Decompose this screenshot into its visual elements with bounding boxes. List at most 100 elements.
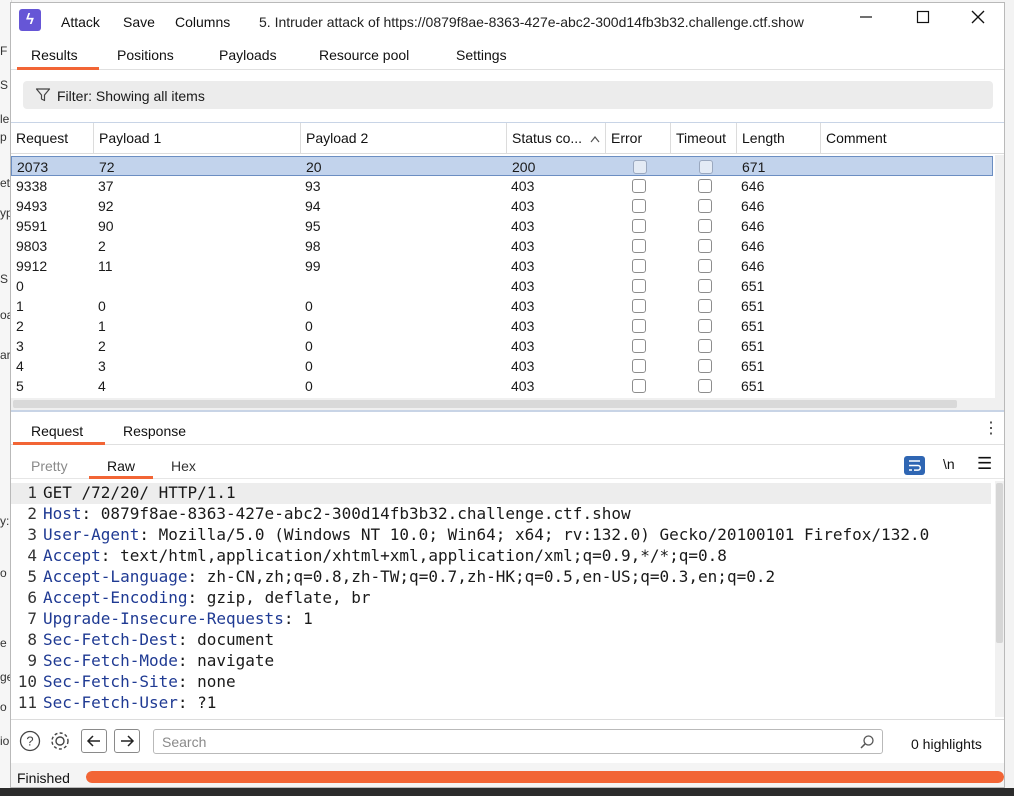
- word-wrap-toggle[interactable]: [904, 456, 925, 475]
- filter-bar[interactable]: Filter: Showing all items: [23, 81, 993, 109]
- cell-payload-1: 1: [98, 318, 106, 334]
- active-tab-indicator: [17, 67, 99, 70]
- editor-scroll-thumb[interactable]: [996, 483, 1003, 643]
- tab-response[interactable]: Response: [123, 423, 186, 439]
- cell-payload-1: 90: [98, 218, 114, 234]
- column-request[interactable]: Request: [11, 123, 94, 154]
- table-row[interactable]: 0 403 651: [11, 276, 993, 296]
- table-row[interactable]: 9803 2 98 403 646: [11, 236, 993, 256]
- cell-length: 651: [741, 318, 765, 334]
- more-options-icon[interactable]: ⋮: [983, 421, 999, 437]
- minimize-icon: [860, 16, 872, 18]
- menu-attack[interactable]: Attack: [61, 14, 100, 30]
- help-icon[interactable]: ?: [19, 730, 41, 752]
- sort-ascending-icon: [590, 136, 600, 143]
- error-checkbox: [632, 299, 646, 313]
- cell-request: 9493: [16, 198, 48, 214]
- tab-raw[interactable]: Raw: [107, 458, 135, 474]
- table-row[interactable]: 9591 90 95 403 646: [11, 216, 993, 236]
- table-row[interactable]: 5 4 0 403 651: [11, 376, 993, 396]
- column-timeout[interactable]: Timeout: [671, 123, 737, 154]
- column-status-code[interactable]: Status co...: [507, 123, 606, 154]
- cell-payload-1: 2: [98, 238, 106, 254]
- split-divider[interactable]: [11, 410, 1004, 412]
- table-row[interactable]: 1 0 0 403 651: [11, 296, 993, 316]
- table-row[interactable]: 3 2 0 403 651: [11, 336, 993, 356]
- attack-tabs: Results Positions Payloads Resource pool…: [11, 37, 1004, 70]
- error-checkbox: [632, 319, 646, 333]
- tab-results[interactable]: Results: [31, 47, 78, 63]
- cell-payload-2: 20: [306, 159, 322, 175]
- tab-request[interactable]: Request: [31, 423, 83, 439]
- line-number: 2: [27, 504, 37, 523]
- header-name: Sec-Fetch-Mode: [43, 651, 178, 670]
- attack-status: Finished: [17, 770, 70, 786]
- line-number: 4: [27, 546, 37, 565]
- previous-match-button[interactable]: [81, 729, 107, 753]
- search-bar: ? 0 highlights: [11, 719, 1004, 761]
- line-number: 3: [27, 525, 37, 544]
- settings-gear-icon[interactable]: [49, 730, 71, 752]
- timeout-checkbox: [698, 179, 712, 193]
- error-checkbox: [632, 239, 646, 253]
- menu-save[interactable]: Save: [123, 14, 155, 30]
- column-payload-1[interactable]: Payload 1: [94, 123, 301, 154]
- column-payload-2[interactable]: Payload 2: [301, 123, 507, 154]
- maximize-button[interactable]: [903, 7, 943, 33]
- timeout-checkbox: [698, 199, 712, 213]
- editor-line: 4 Accept: text/html,application/xhtml+xml…: [11, 546, 991, 567]
- next-match-button[interactable]: [114, 729, 140, 753]
- tab-positions[interactable]: Positions: [117, 47, 174, 63]
- cell-payload-1: 2: [98, 338, 106, 354]
- column-status-code-label: Status co...: [512, 130, 583, 146]
- show-newlines-toggle[interactable]: \n: [943, 456, 955, 472]
- tab-pretty[interactable]: Pretty: [31, 458, 68, 474]
- line-content: Upgrade-Insecure-Requests: 1: [43, 609, 313, 628]
- minimize-button[interactable]: [846, 7, 886, 33]
- tab-resource-pool[interactable]: Resource pool: [319, 47, 409, 63]
- table-vertical-scrollbar[interactable]: [995, 155, 1004, 411]
- cell-payload-2: 94: [305, 198, 321, 214]
- timeout-checkbox: [698, 299, 712, 313]
- header-value: : navigate: [177, 651, 275, 670]
- menu-columns[interactable]: Columns: [175, 14, 230, 30]
- table-row[interactable]: 9338 37 93 403 646: [11, 176, 993, 196]
- cell-status-code: 200: [512, 159, 536, 175]
- table-row[interactable]: 2073 72 20 200 671: [11, 156, 993, 176]
- editor-line: 11 Sec-Fetch-User: ?1: [11, 693, 991, 714]
- table-row[interactable]: 2 1 0 403 651: [11, 316, 993, 336]
- title-bar: ϟ Attack Save Columns 5. Intruder attack…: [11, 3, 1004, 37]
- header-name: Accept-Language: [43, 567, 188, 586]
- cell-status-code: 403: [511, 358, 535, 374]
- active-tab-indicator: [13, 442, 105, 445]
- column-comment[interactable]: Comment: [821, 123, 1004, 154]
- tab-payloads[interactable]: Payloads: [219, 47, 277, 63]
- editor-line: 2 Host: 0879f8ae-8363-427e-abc2-300d14fb3…: [11, 504, 991, 525]
- line-content: Sec-Fetch-Mode: navigate: [43, 651, 274, 670]
- cell-payload-2: 0: [305, 358, 313, 374]
- header-name: Host: [43, 504, 82, 523]
- search-input[interactable]: [153, 729, 883, 754]
- table-row[interactable]: 9493 92 94 403 646: [11, 196, 993, 216]
- close-button[interactable]: [958, 7, 998, 33]
- close-icon: [971, 10, 985, 24]
- column-length[interactable]: Length: [737, 123, 821, 154]
- error-checkbox: [632, 199, 646, 213]
- column-error[interactable]: Error: [606, 123, 671, 154]
- cell-length: 646: [741, 238, 765, 254]
- header-name: Sec-Fetch-User: [43, 693, 178, 712]
- table-row[interactable]: 4 3 0 403 651: [11, 356, 993, 376]
- cell-length: 651: [741, 378, 765, 394]
- taskbar-edge: [0, 788, 1014, 796]
- table-horizontal-scroll-thumb[interactable]: [13, 400, 957, 408]
- tab-settings[interactable]: Settings: [456, 47, 507, 63]
- cell-request: 9591: [16, 218, 48, 234]
- hamburger-menu-icon[interactable]: ☰: [977, 454, 992, 474]
- request-line: GET /72/20/ HTTP/1.1: [43, 483, 236, 502]
- window-title: 5. Intruder attack of https://0879f8ae-8…: [259, 14, 804, 30]
- timeout-checkbox: [698, 379, 712, 393]
- editor-line: 6 Accept-Encoding: gzip, deflate, br: [11, 588, 991, 609]
- table-row[interactable]: 9912 11 99 403 646: [11, 256, 993, 276]
- raw-request-editor[interactable]: 1 GET /72/20/ HTTP/1.1 2 Host: 0879f8ae-836…: [11, 481, 1004, 717]
- tab-hex[interactable]: Hex: [171, 458, 196, 474]
